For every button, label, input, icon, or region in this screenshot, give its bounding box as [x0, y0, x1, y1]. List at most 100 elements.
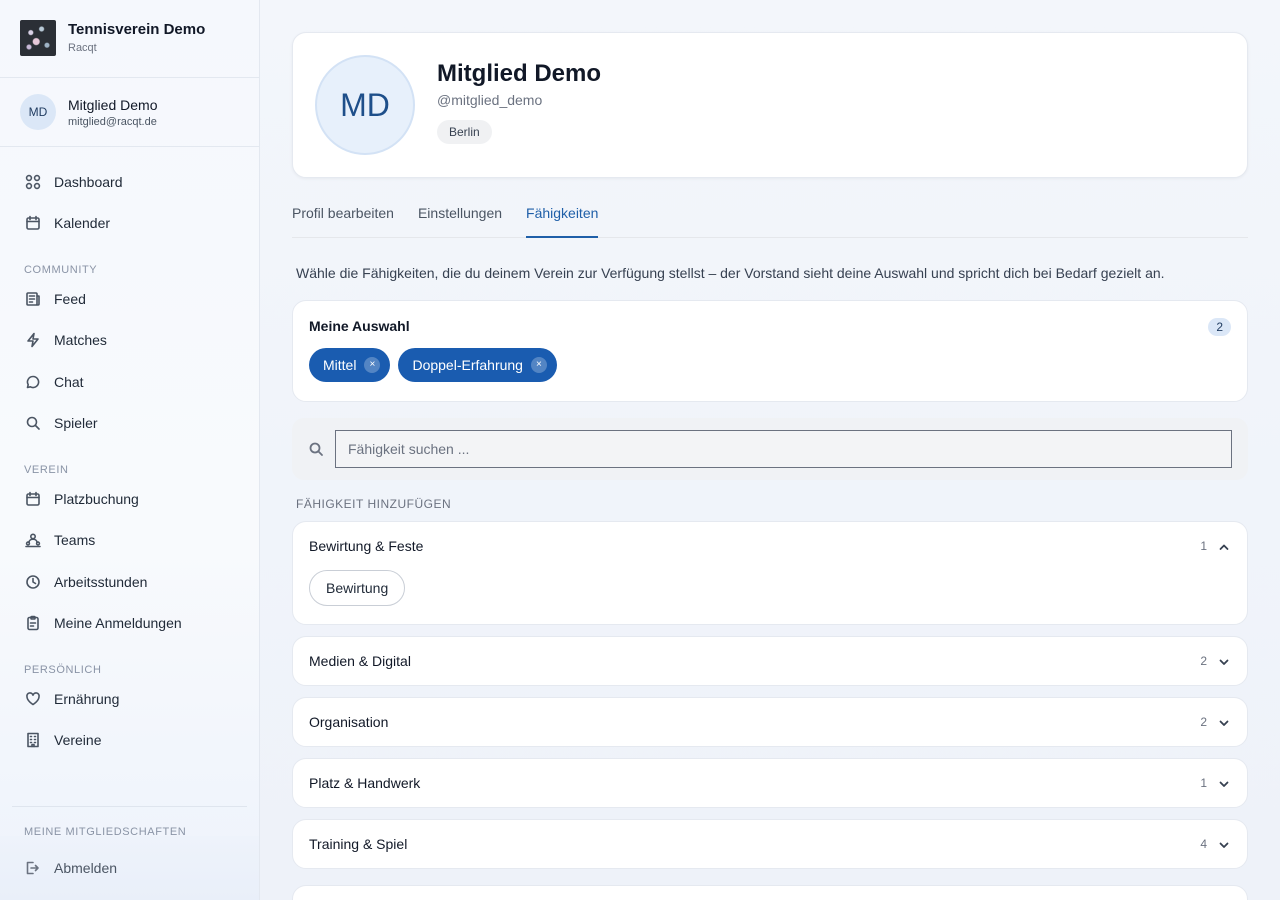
sidebar-item-spieler[interactable]: Spieler — [0, 403, 259, 445]
user-name: Mitglied Demo — [68, 97, 158, 113]
category-header[interactable]: Training & Spiel 4 — [293, 820, 1247, 868]
sidebar-item-label: Meine Anmeldungen — [54, 615, 182, 632]
tab-profil-bearbeiten[interactable]: Profil bearbeiten — [292, 202, 394, 238]
feed-icon — [24, 290, 42, 308]
category-count: 1 — [1200, 539, 1207, 553]
search-icon — [309, 442, 323, 456]
sidebar-item-ernaehrung[interactable]: Ernährung — [0, 678, 259, 720]
skill-search-input[interactable] — [335, 430, 1232, 468]
city-badge: Berlin — [437, 120, 492, 144]
add-skill-heading: FÄHIGKEIT HINZUFÜGEN — [296, 497, 452, 511]
sidebar-item-label: Kalender — [54, 215, 111, 232]
selection-count-badge: 2 — [1208, 318, 1231, 336]
heart-icon — [24, 690, 42, 708]
sidebar-item-label: Spieler — [54, 415, 98, 432]
remove-chip-icon[interactable]: × — [364, 357, 381, 373]
logout-button[interactable]: Abmelden — [0, 836, 259, 900]
logout-label: Abmelden — [54, 860, 118, 876]
category-count: 1 — [1200, 776, 1207, 790]
sidebar-item-label: Ernährung — [54, 690, 120, 707]
category-medien-digital: Medien & Digital 2 — [292, 636, 1248, 686]
sidebar-item-label: Feed — [54, 290, 86, 307]
chip-label: Doppel-Erfahrung — [412, 357, 523, 373]
calendar-icon — [24, 490, 42, 508]
category-count: 2 — [1200, 715, 1207, 729]
calendar-icon — [24, 214, 42, 232]
club-logo — [20, 20, 56, 56]
category-bewirtung-feste: Bewirtung & Feste 1 Bewirtung — [292, 521, 1248, 625]
clock-icon — [24, 573, 42, 591]
selected-chips: Mittel × Doppel-Erfahrung × — [309, 348, 1231, 382]
logout-icon — [26, 861, 39, 875]
sidebar-item-arbeitsstunden[interactable]: Arbeitsstunden — [0, 561, 259, 603]
avatar: MD — [20, 94, 56, 130]
selected-chip-mittel[interactable]: Mittel × — [309, 348, 391, 382]
sidebar-item-platzbuchung[interactable]: Platzbuchung — [0, 478, 259, 520]
skill-option-bewirtung[interactable]: Bewirtung — [309, 570, 406, 606]
sidebar-item-label: Platzbuchung — [54, 490, 139, 507]
sidebar-item-label: Chat — [54, 373, 84, 390]
sidebar-item-label: Dashboard — [54, 173, 123, 190]
category-name: Platz & Handwerk — [309, 775, 421, 791]
chevron-down-icon — [1218, 777, 1230, 789]
skill-search-bar — [292, 418, 1248, 480]
chevron-down-icon — [1218, 655, 1230, 667]
category-header[interactable]: Medien & Digital 2 — [293, 637, 1247, 685]
main-content: MD Mitglied Demo @mitglied_demo Berlin P… — [292, 32, 1248, 900]
user-email: mitglied@racqt.de — [68, 116, 157, 128]
category-training-spiel: Training & Spiel 4 — [292, 819, 1248, 869]
club-header[interactable]: Tennisverein Demo Racqt — [0, 0, 259, 78]
selection-title: Meine Auswahl — [309, 318, 410, 334]
category-name: Training & Spiel — [309, 836, 408, 852]
profile-tabs: Profil bearbeiten Einstellungen Fähigkei… — [292, 202, 1248, 238]
category-count: 2 — [1200, 654, 1207, 668]
sidebar-item-meine-anmeldungen[interactable]: Meine Anmeldungen — [0, 603, 259, 645]
profile-handle: @mitglied_demo — [437, 92, 543, 108]
category-header[interactable]: Platz & Handwerk 1 — [293, 759, 1247, 807]
building-icon — [24, 731, 42, 749]
tab-faehigkeiten[interactable]: Fähigkeiten — [526, 202, 599, 238]
user-box[interactable]: MD Mitglied Demo mitglied@racqt.de — [0, 78, 259, 147]
category-name: Medien & Digital — [309, 653, 411, 669]
sidebar-item-label: Matches — [54, 332, 107, 349]
sidebar: Tennisverein Demo Racqt MD Mitglied Demo… — [0, 0, 260, 900]
category-organisation: Organisation 2 — [292, 697, 1248, 747]
chevron-up-icon — [1218, 540, 1230, 552]
category-platz-handwerk: Platz & Handwerk 1 — [292, 758, 1248, 808]
dashboard-icon — [24, 173, 42, 191]
profile-avatar: MD — [315, 55, 415, 155]
sidebar-item-teams[interactable]: Teams — [0, 520, 259, 562]
sidebar-item-vereine[interactable]: Vereine — [0, 720, 259, 762]
sidebar-item-matches[interactable]: Matches — [0, 320, 259, 362]
intro-text: Wähle die Fähigkeiten, die du deinem Ver… — [296, 265, 1165, 281]
nav-section-persoenlich: PERSÖNLICH — [24, 664, 102, 676]
teams-icon — [24, 531, 42, 549]
category-options: Bewirtung — [293, 570, 1247, 624]
sidebar-divider — [12, 806, 247, 807]
club-name: Tennisverein Demo — [68, 21, 206, 38]
category-name: Organisation — [309, 714, 389, 730]
chevron-down-icon — [1218, 838, 1230, 850]
category-count: 4 — [1200, 837, 1207, 851]
sidebar-item-label: Teams — [54, 532, 96, 549]
nav-section-community: COMMUNITY — [24, 264, 98, 276]
sidebar-item-chat[interactable]: Chat — [0, 361, 259, 403]
tab-einstellungen[interactable]: Einstellungen — [418, 202, 502, 238]
category-name: Bewirtung & Feste — [309, 538, 424, 554]
remove-chip-icon[interactable]: × — [530, 357, 547, 373]
nav-section-verein: VEREIN — [24, 464, 69, 476]
sidebar-item-label: Vereine — [54, 732, 102, 749]
category-header[interactable]: Bewirtung & Feste 1 — [293, 522, 1247, 570]
sidebar-item-feed[interactable]: Feed — [0, 278, 259, 320]
profile-card: MD Mitglied Demo @mitglied_demo Berlin — [292, 32, 1248, 178]
category-header[interactable]: Organisation 2 — [293, 698, 1247, 746]
selection-card: Meine Auswahl 2 Mittel × Doppel-Erfahrun… — [292, 300, 1248, 402]
profile-name: Mitglied Demo — [437, 60, 602, 87]
lightning-icon — [24, 331, 42, 349]
sidebar-nav: Dashboard Kalender COMMUNITY Feed Matche… — [0, 147, 259, 761]
sidebar-item-kalender[interactable]: Kalender — [0, 203, 259, 245]
club-subtitle: Racqt — [68, 42, 97, 54]
selected-chip-doppel-erfahrung[interactable]: Doppel-Erfahrung × — [398, 348, 557, 382]
chat-icon — [24, 373, 42, 391]
sidebar-item-dashboard[interactable]: Dashboard — [0, 161, 259, 203]
